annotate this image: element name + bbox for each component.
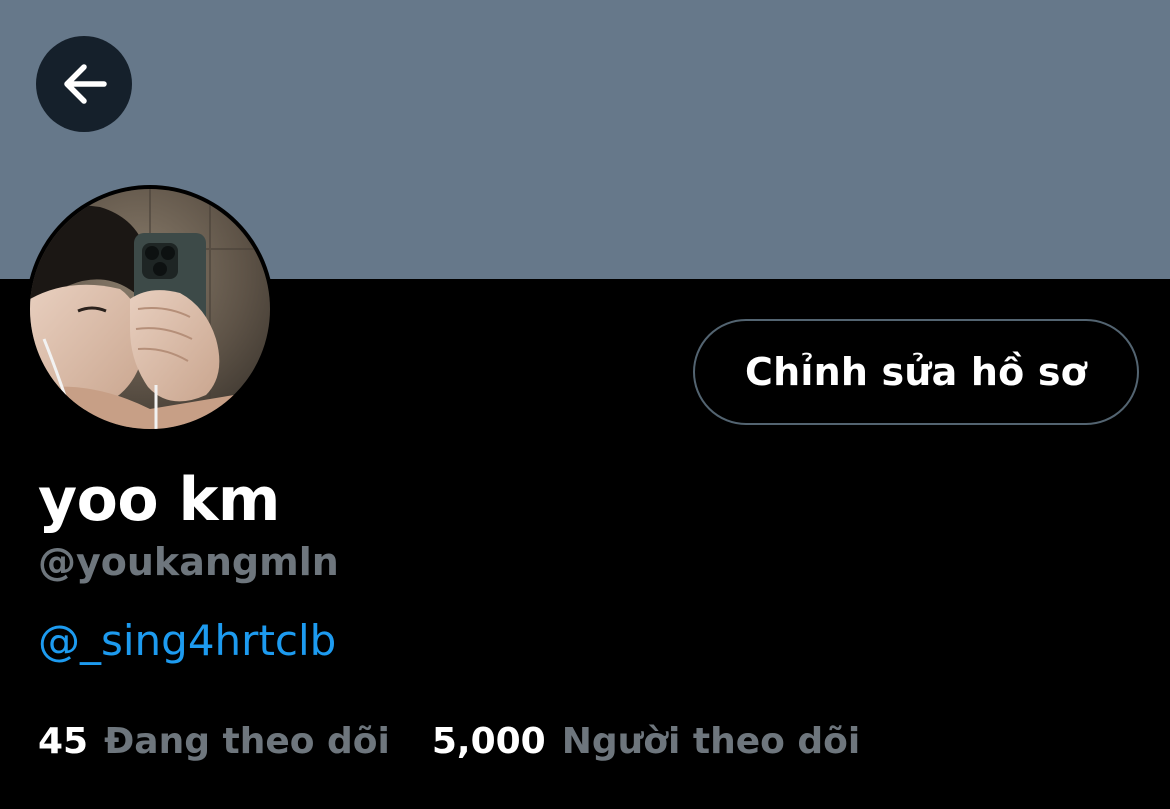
following-count: 45	[38, 721, 89, 762]
followers-stat-link[interactable]: 5,000 Người theo dõi	[432, 716, 860, 768]
followers-count: 5,000	[431, 721, 546, 762]
edit-profile-button[interactable]: Chỉnh sửa hồ sơ	[693, 319, 1139, 425]
back-button[interactable]	[36, 36, 132, 132]
display-name: yoo km	[38, 465, 280, 535]
followers-label: Người theo dõi	[561, 721, 861, 762]
bio-mention-link[interactable]: @_sing4hrtclb	[38, 613, 336, 669]
username-handle: @youkangmln	[38, 540, 339, 584]
arrow-left-icon	[58, 58, 110, 110]
avatar[interactable]	[26, 185, 274, 433]
following-label: Đang theo dõi	[104, 721, 390, 762]
avatar-photo	[30, 189, 270, 429]
following-stat-link[interactable]: 45 Đang theo dõi	[38, 716, 390, 768]
follow-stats: 45 Đang theo dõi 5,000 Người theo dõi	[38, 716, 860, 768]
